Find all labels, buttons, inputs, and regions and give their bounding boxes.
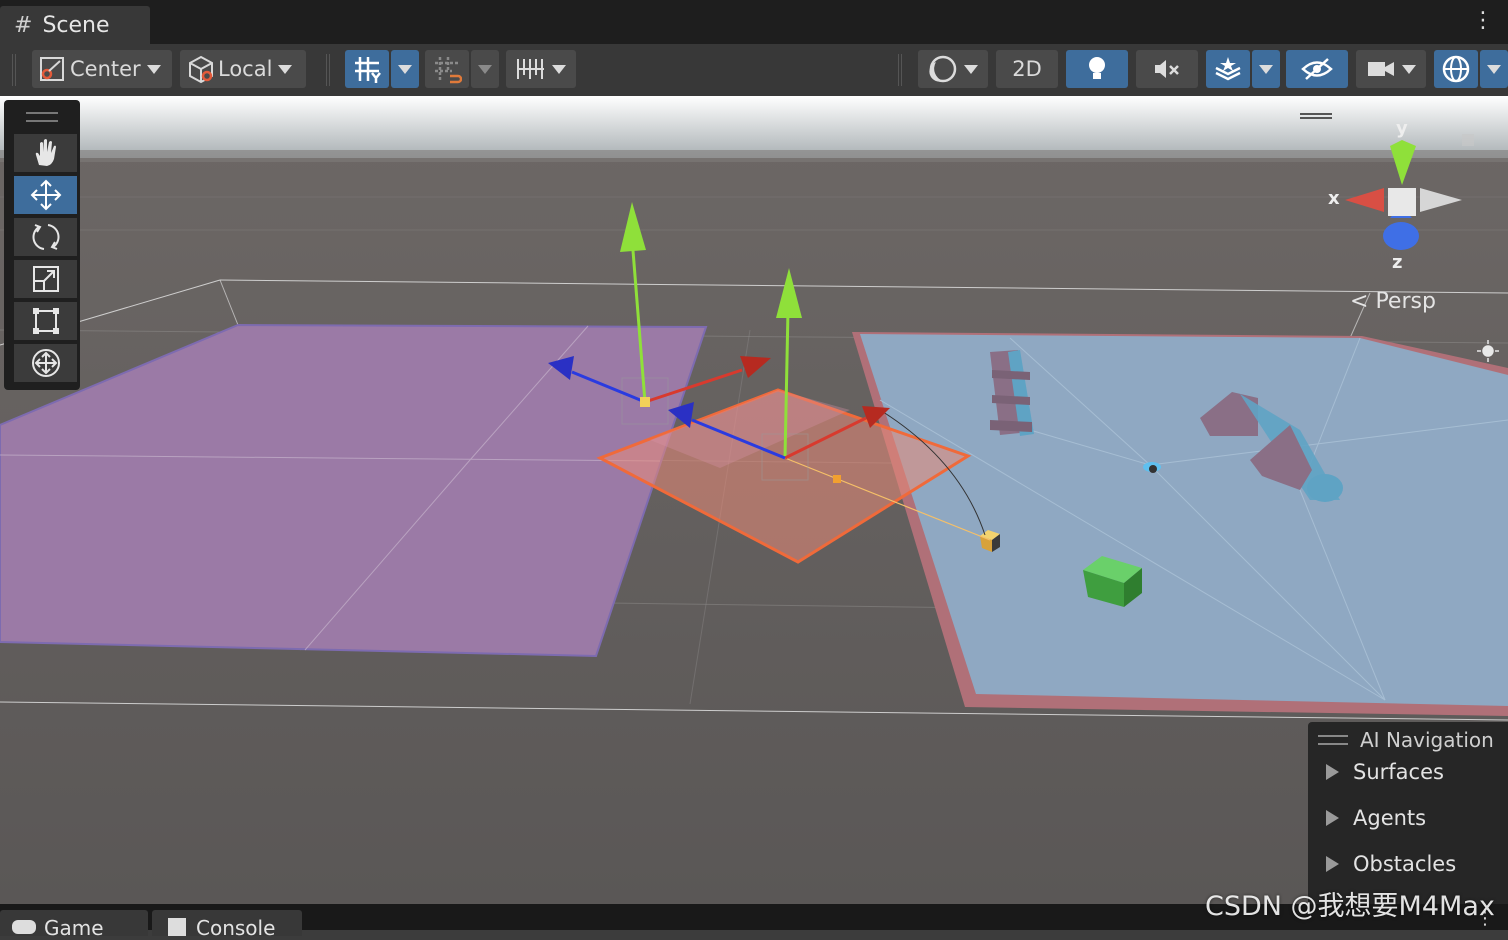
tab-game-label: Game [44,916,104,940]
toggle-2d-label: 2D [1012,57,1042,81]
tab-scene-label: Scene [42,12,110,38]
handle-rotation-label: Local [218,57,273,81]
effects-toggle[interactable] [1206,50,1250,88]
expand-triangle-icon [1326,856,1339,872]
eye-hidden-icon [1301,58,1333,80]
chevron-left-icon: < [1350,289,1369,314]
ai-navigation-item-agents[interactable]: Agents [1326,806,1426,830]
ai-navigation-overlay: AI Navigation Surfaces Agents Obstacles [1308,722,1508,904]
title-bar: # Scene ⋮ [0,0,1508,44]
toolbar-separator [326,54,330,86]
tool-scale[interactable] [14,260,77,298]
shaded-sphere-icon [929,55,957,83]
pivot-mode-label: Center [70,57,141,81]
tab-game[interactable]: Game [0,910,148,940]
tool-palette [4,100,80,390]
grid-options-dropdown[interactable] [391,50,419,88]
horizon-band [0,150,1508,162]
chevron-down-icon [964,64,978,74]
toolbar-grip [12,54,16,86]
pivot-center-icon [40,57,64,81]
chevron-down-icon [146,64,161,74]
scene-viewport[interactable] [0,96,1508,904]
effects-dropdown[interactable] [1252,50,1280,88]
chevron-down-icon [478,64,492,74]
grid-y-icon [355,57,381,83]
pivot-mode-dropdown[interactable]: Center [32,50,172,88]
chevron-down-icon [1402,64,1416,74]
chevron-down-icon [1259,64,1273,74]
scene-render[interactable] [0,96,1508,904]
ai-navigation-title: AI Navigation [1360,728,1494,752]
perspective-label: Persp [1375,289,1436,314]
scene-toolbar: Center Local 2D [0,44,1508,96]
move-arrows-icon [30,179,61,211]
perspective-toggle[interactable]: < Persp [1350,289,1436,314]
ai-navigation-item-obstacles[interactable]: Obstacles [1326,852,1456,876]
sky [0,96,1508,158]
more-options-icon[interactable]: ⋮ [1472,8,1494,33]
ruler-icon [517,59,544,79]
speaker-muted-icon [1155,60,1179,78]
toolbar-separator [898,54,902,86]
rotate-icon [32,224,59,250]
scene-visibility-toggle[interactable] [1286,50,1348,88]
grid-icon: # [14,12,33,38]
transform-icon [31,349,60,377]
tool-move[interactable] [14,176,77,214]
surfaces-label: Surfaces [1353,760,1444,784]
tab-console-label: Console [196,916,276,940]
grid-visibility-button[interactable] [345,50,389,88]
tool-rotate[interactable] [14,218,77,256]
tool-transform[interactable] [14,344,77,382]
expand-triangle-icon [1326,810,1339,826]
toggle-2d-button[interactable]: 2D [996,50,1058,88]
tab-console[interactable]: Console [152,910,302,940]
gizmos-dropdown[interactable] [1480,50,1508,88]
palette-grip[interactable] [26,112,58,122]
camera-icon [1368,62,1394,76]
effects-layers-icon [1215,57,1241,81]
gizmos-toggle[interactable] [1434,50,1478,88]
increment-snap-dropdown[interactable] [506,50,576,88]
expand-triangle-icon [1326,764,1339,780]
tab-scene[interactable]: # Scene [0,6,150,44]
chevron-down-icon [1487,64,1501,74]
chevron-down-icon [552,64,566,74]
ai-navigation-item-surfaces[interactable]: Surfaces [1326,760,1444,784]
path-point [833,475,841,483]
hand-icon [35,139,56,166]
audio-toggle[interactable] [1136,50,1198,88]
local-cube-icon [189,55,213,84]
rect-transform-icon [32,308,59,334]
agents-label: Agents [1353,806,1427,830]
gizmo-z-label: z [1392,252,1403,273]
gizmo-y-label: y [1396,118,1408,139]
lightbulb-icon [1089,57,1105,79]
ai-navigation-header[interactable]: AI Navigation [1318,728,1494,752]
obstacles-label: Obstacles [1353,852,1457,876]
draw-mode-dropdown[interactable] [918,50,988,88]
gamepad-icon [12,920,36,934]
console-icon [168,918,186,936]
handle-rotation-dropdown[interactable]: Local [180,50,306,88]
grid-snap-dropdown[interactable] [471,50,499,88]
gizmo-x-label: x [1328,188,1340,209]
watermark: CSDN @我想要M4Max [1205,891,1495,922]
grid-snap-icon [435,57,462,84]
scale-icon [32,266,59,292]
gizmo-globe-icon [1442,55,1470,83]
tool-rect[interactable] [14,302,77,340]
tool-hand[interactable] [14,134,77,172]
scene-camera-dropdown[interactable] [1356,50,1426,88]
chevron-down-icon [278,64,293,74]
drag-handle-icon [1318,735,1348,745]
grid-snapping-button[interactable] [425,50,469,88]
chevron-down-icon [398,64,412,74]
lighting-toggle[interactable] [1066,50,1128,88]
